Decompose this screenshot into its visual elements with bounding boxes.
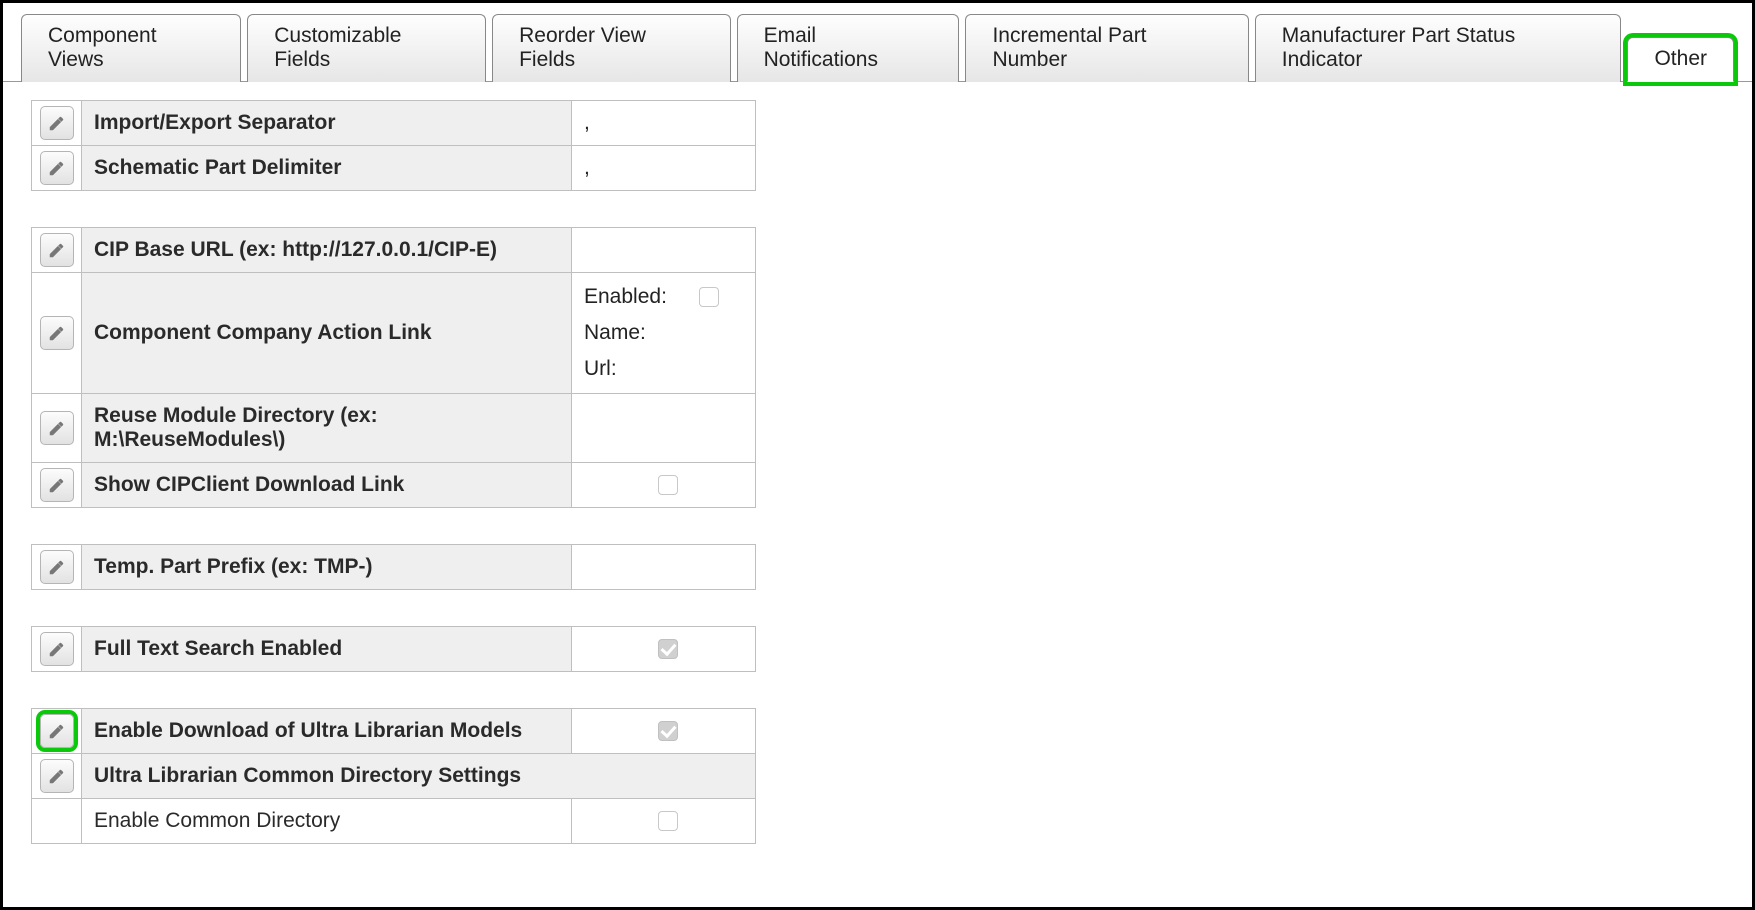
setting-value bbox=[572, 709, 756, 754]
enabled-checkbox bbox=[699, 287, 719, 307]
tab-manufacturer-part-status-indicator[interactable]: Manufacturer Part Status Indicator bbox=[1255, 14, 1622, 82]
other-settings-pane: Import/Export Separator , Schematic Part… bbox=[3, 82, 1752, 862]
setting-label: Schematic Part Delimiter bbox=[82, 146, 572, 191]
setting-label: Enable Download of Ultra Librarian Model… bbox=[82, 709, 572, 754]
setting-row-reuse-module-directory: Reuse Module Directory (ex: M:\ReuseModu… bbox=[32, 394, 756, 463]
setting-label: Reuse Module Directory (ex: M:\ReuseModu… bbox=[82, 394, 572, 463]
setting-label: Import/Export Separator bbox=[82, 101, 572, 146]
setting-row-ultra-librarian-common-directory-settings: Ultra Librarian Common Directory Setting… bbox=[32, 754, 756, 799]
edit-button[interactable] bbox=[40, 714, 74, 748]
pencil-icon bbox=[48, 559, 65, 576]
tab-email-notifications[interactable]: Email Notifications bbox=[737, 14, 960, 82]
setting-row-schematic-part-delimiter: Schematic Part Delimiter , bbox=[32, 146, 756, 191]
setting-row-enable-download-ultra-librarian-models: Enable Download of Ultra Librarian Model… bbox=[32, 709, 756, 754]
setting-label: Full Text Search Enabled bbox=[82, 627, 572, 672]
edit-button[interactable] bbox=[40, 632, 74, 666]
tab-reorder-view-fields[interactable]: Reorder View Fields bbox=[492, 14, 730, 82]
edit-button[interactable] bbox=[40, 106, 74, 140]
setting-row-cip-base-url: CIP Base URL (ex: http://127.0.0.1/CIP-E… bbox=[32, 228, 756, 273]
setting-label: Ultra Librarian Common Directory Setting… bbox=[82, 754, 756, 799]
setting-row-show-cipclient-download-link: Show CIPClient Download Link bbox=[32, 463, 756, 508]
tab-incremental-part-number[interactable]: Incremental Part Number bbox=[965, 14, 1248, 82]
checkbox bbox=[658, 639, 678, 659]
settings-group-temp-part: Temp. Part Prefix (ex: TMP-) bbox=[31, 544, 756, 590]
name-label: Name: bbox=[584, 321, 646, 344]
setting-value: , bbox=[572, 101, 756, 146]
pencil-icon bbox=[48, 420, 65, 437]
setting-label: Enable Common Directory bbox=[82, 799, 572, 844]
edit-button[interactable] bbox=[40, 759, 74, 793]
setting-value: , bbox=[572, 146, 756, 191]
tabs-bar: Component Views Customizable Fields Reor… bbox=[3, 3, 1752, 82]
checkbox bbox=[658, 811, 678, 831]
pencil-icon bbox=[48, 641, 65, 658]
pencil-icon bbox=[48, 723, 65, 740]
settings-group-separators: Import/Export Separator , Schematic Part… bbox=[31, 100, 756, 191]
setting-value bbox=[572, 799, 756, 844]
pencil-icon bbox=[48, 115, 65, 132]
settings-group-search: Full Text Search Enabled bbox=[31, 626, 756, 672]
tab-customizable-fields[interactable]: Customizable Fields bbox=[247, 14, 486, 82]
setting-label: Show CIPClient Download Link bbox=[82, 463, 572, 508]
tab-other[interactable]: Other bbox=[1627, 37, 1734, 82]
pencil-icon bbox=[48, 160, 65, 177]
edit-button[interactable] bbox=[40, 550, 74, 584]
setting-label: Temp. Part Prefix (ex: TMP-) bbox=[82, 545, 572, 590]
settings-group-ultra-librarian: Enable Download of Ultra Librarian Model… bbox=[31, 708, 756, 844]
checkbox bbox=[658, 721, 678, 741]
setting-label: CIP Base URL (ex: http://127.0.0.1/CIP-E… bbox=[82, 228, 572, 273]
setting-value bbox=[572, 228, 756, 273]
setting-row-import-export-separator: Import/Export Separator , bbox=[32, 101, 756, 146]
pencil-icon bbox=[48, 768, 65, 785]
pencil-icon bbox=[48, 242, 65, 259]
setting-row-temp-part-prefix: Temp. Part Prefix (ex: TMP-) bbox=[32, 545, 756, 590]
settings-group-cip: CIP Base URL (ex: http://127.0.0.1/CIP-E… bbox=[31, 227, 756, 508]
enabled-label: Enabled: bbox=[584, 285, 667, 308]
setting-row-enable-common-directory: Enable Common Directory bbox=[32, 799, 756, 844]
pencil-icon bbox=[48, 477, 65, 494]
tab-component-views[interactable]: Component Views bbox=[21, 14, 241, 82]
checkbox bbox=[658, 475, 678, 495]
pencil-icon bbox=[48, 325, 65, 342]
setting-value bbox=[572, 627, 756, 672]
edit-button[interactable] bbox=[40, 316, 74, 350]
setting-row-full-text-search-enabled: Full Text Search Enabled bbox=[32, 627, 756, 672]
edit-button[interactable] bbox=[40, 151, 74, 185]
url-label: Url: bbox=[584, 357, 617, 380]
setting-value: Enabled: Name: Url: bbox=[572, 273, 756, 394]
setting-label: Component Company Action Link bbox=[82, 273, 572, 394]
setting-row-component-company-action-link: Component Company Action Link Enabled: N… bbox=[32, 273, 756, 394]
setting-value bbox=[572, 463, 756, 508]
edit-button[interactable] bbox=[40, 468, 74, 502]
edit-button[interactable] bbox=[40, 411, 74, 445]
setting-value bbox=[572, 394, 756, 463]
setting-value bbox=[572, 545, 756, 590]
edit-button[interactable] bbox=[40, 233, 74, 267]
